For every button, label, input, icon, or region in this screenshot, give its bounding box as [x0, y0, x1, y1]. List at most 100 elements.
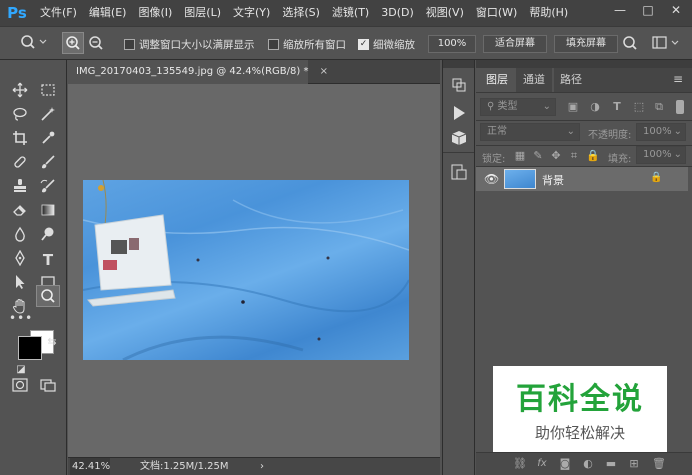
filter-pixel-icon[interactable]: ▣ [567, 101, 579, 113]
path-selection-tool[interactable] [9, 274, 31, 294]
adjustment-layer-icon[interactable]: ◐ [582, 458, 594, 470]
fill-screen-button[interactable]: 填充屏幕 [554, 35, 618, 53]
resize-windows-option[interactable]: 调整窗口大小以满屏显示 [124, 37, 255, 52]
lock-label: 锁定: [482, 154, 506, 165]
lock-all-icon[interactable]: 🔒 [586, 150, 600, 162]
scrubby-zoom-checkbox[interactable]: ✓ [358, 39, 369, 50]
lock-move-icon[interactable]: ✥ [550, 150, 562, 162]
status-menu-arrow[interactable]: › [260, 458, 264, 475]
marquee-tool[interactable] [37, 82, 59, 102]
workspace-switcher[interactable] [652, 35, 682, 51]
actions-panel-button[interactable] [451, 104, 471, 124]
menu-3d[interactable]: 3D(D) [375, 0, 420, 26]
gradient-tool[interactable] [37, 202, 59, 222]
menu-layer[interactable]: 图层(L) [178, 0, 227, 26]
history-brush-tool[interactable] [37, 178, 59, 198]
swap-colors-button[interactable]: ⇆ [41, 332, 63, 352]
blur-tool[interactable] [9, 226, 31, 246]
lock-artboard-icon[interactable]: ⌗ [568, 150, 580, 162]
filter-type-icon[interactable]: T [611, 101, 623, 113]
3d-panel-button[interactable] [449, 128, 469, 148]
magnifier-icon [41, 289, 55, 303]
filter-kind-value: 类型 [497, 101, 518, 112]
filter-smart-object-icon[interactable]: ⧉ [653, 101, 665, 113]
add-mask-icon[interactable]: ◙ [559, 458, 571, 470]
tab-layers[interactable]: 图层 [480, 68, 514, 92]
eye-icon[interactable]: 👁 [484, 172, 499, 186]
eraser-tool[interactable] [9, 202, 31, 222]
dock-grip[interactable] [443, 60, 474, 68]
link-layers-icon[interactable]: ⛓ [513, 458, 527, 470]
watermark-subtitle: 助你轻松解决 [534, 424, 625, 442]
pen-tool[interactable] [9, 249, 31, 270]
filter-shape-icon[interactable]: ⬚ [633, 101, 645, 113]
close-window-button[interactable]: ✕ [662, 0, 690, 20]
more-tools[interactable]: ••• [9, 308, 32, 328]
new-layer-icon[interactable]: ⊞ [628, 458, 640, 470]
menu-window[interactable]: 窗口(W) [470, 0, 523, 26]
eraser-icon [13, 205, 26, 216]
menu-edit[interactable]: 编辑(E) [83, 0, 133, 26]
zoom-in-button[interactable] [62, 32, 84, 54]
pen-icon [15, 249, 25, 267]
menu-filter[interactable]: 滤镜(T) [326, 0, 375, 26]
type-tool[interactable]: T [37, 250, 59, 270]
dodge-tool[interactable] [37, 226, 59, 246]
opacity-label: 不透明度: [588, 130, 632, 141]
opacity-input[interactable]: 100% ⌄ [636, 123, 686, 141]
document-tab[interactable]: IMG_20170403_135549.jpg @ 42.4%(RGB/8) *… [68, 60, 328, 84]
blend-mode-select[interactable]: 正常 ⌄ [480, 123, 580, 141]
lock-transparent-icon[interactable]: ▦ [514, 150, 526, 162]
clone-stamp-tool[interactable] [9, 178, 31, 198]
menu-image[interactable]: 图像(I) [132, 0, 178, 26]
brush-tool[interactable] [37, 154, 59, 174]
document-image[interactable] [83, 180, 409, 360]
screen-mode-button[interactable] [37, 377, 59, 397]
zoom-out-button[interactable] [88, 35, 104, 51]
fill-label: 填充: [608, 154, 632, 165]
new-group-icon[interactable]: ▬ [605, 458, 617, 470]
lock-paint-icon[interactable]: ✎ [532, 150, 544, 162]
properties-panel-button[interactable] [449, 162, 469, 182]
panel-menu-icon[interactable]: ≡ [673, 72, 683, 86]
panel-grip[interactable] [476, 60, 692, 68]
magic-wand-tool[interactable] [37, 106, 59, 126]
menu-file[interactable]: 文件(F) [34, 0, 83, 26]
menu-select[interactable]: 选择(S) [276, 0, 326, 26]
zoom-level[interactable]: 42.41% [70, 458, 110, 475]
tool-preset-picker[interactable] [20, 34, 48, 50]
layer-row[interactable]: 👁 背景 🔒 [476, 167, 688, 191]
foreground-color-swatch[interactable] [18, 336, 42, 360]
tab-channels[interactable]: 通道 [516, 68, 552, 92]
move-tool[interactable] [9, 82, 31, 102]
minimize-button[interactable]: — [606, 0, 634, 20]
filter-kind-select[interactable]: ⚲ 类型 ⌄ [480, 98, 556, 116]
close-document-icon[interactable]: × [320, 66, 328, 77]
tab-paths[interactable]: 路径 [554, 68, 588, 92]
search-button[interactable] [622, 35, 638, 51]
layer-name[interactable]: 背景 [542, 172, 564, 188]
zoom-100-button[interactable]: 100% [428, 35, 476, 53]
healing-brush-tool[interactable] [9, 154, 31, 174]
scrubby-zoom-option[interactable]: ✓ 细微缩放 [358, 37, 415, 52]
filter-toggle[interactable] [676, 100, 684, 114]
lasso-tool[interactable] [9, 106, 31, 126]
fit-screen-button[interactable]: 适合屏幕 [483, 35, 547, 53]
history-panel-button[interactable] [449, 76, 469, 96]
menu-help[interactable]: 帮助(H) [523, 0, 574, 26]
filter-adjustment-icon[interactable]: ◑ [589, 101, 601, 113]
restore-button[interactable]: □ [634, 0, 662, 20]
zoom-tool-active[interactable] [36, 285, 60, 307]
menu-type[interactable]: 文字(Y) [227, 0, 276, 26]
fx-icon[interactable]: fx [536, 458, 548, 470]
zoom-all-windows-option[interactable]: 缩放所有窗口 [268, 37, 346, 52]
quick-mask-button[interactable] [9, 377, 31, 397]
eyedropper-tool[interactable] [37, 130, 59, 150]
zoom-all-windows-checkbox[interactable] [268, 39, 279, 50]
fill-input[interactable]: 100% ⌄ [636, 146, 686, 164]
menu-view[interactable]: 视图(V) [420, 0, 470, 26]
trash-icon[interactable]: 🗑 [652, 458, 666, 470]
resize-windows-checkbox[interactable] [124, 39, 135, 50]
crop-tool[interactable] [9, 130, 31, 150]
brush-icon [42, 155, 55, 169]
